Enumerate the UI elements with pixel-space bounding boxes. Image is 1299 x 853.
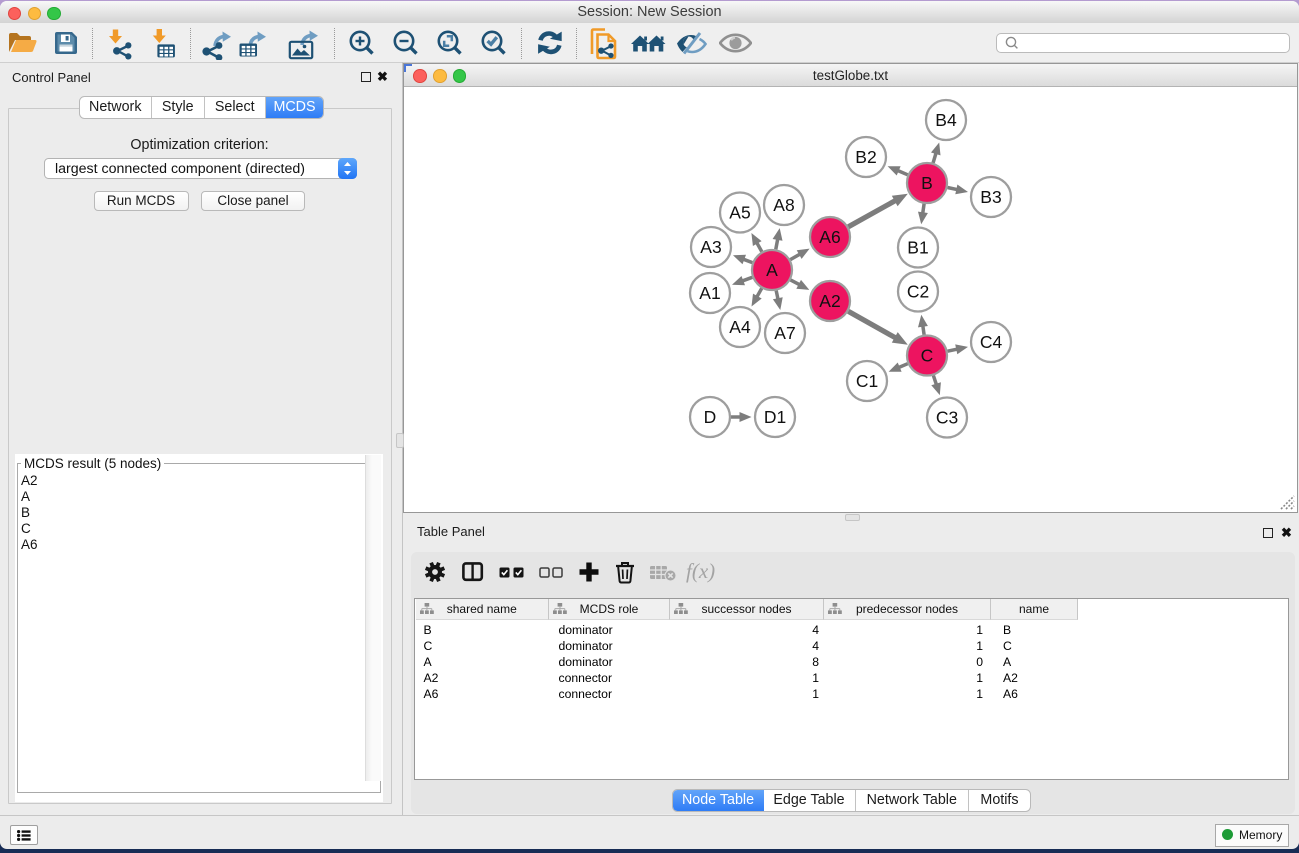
svg-text:C3: C3 (936, 408, 958, 428)
svg-text:A4: A4 (729, 317, 751, 337)
svg-text:B3: B3 (980, 187, 1001, 207)
svg-text:A3: A3 (700, 237, 721, 257)
svg-text:A1: A1 (699, 283, 720, 303)
svg-text:A5: A5 (729, 203, 750, 223)
svg-text:B: B (921, 173, 933, 193)
svg-text:B1: B1 (907, 238, 928, 258)
svg-text:C4: C4 (980, 332, 1003, 352)
svg-text:C2: C2 (907, 282, 929, 302)
svg-text:A6: A6 (819, 227, 840, 247)
svg-text:C: C (921, 346, 934, 366)
svg-text:B4: B4 (935, 110, 957, 130)
svg-text:D: D (704, 407, 717, 427)
svg-text:C1: C1 (856, 371, 878, 391)
svg-text:A: A (766, 260, 778, 280)
svg-text:A2: A2 (819, 291, 840, 311)
svg-text:B2: B2 (855, 147, 876, 167)
svg-text:D1: D1 (764, 407, 786, 427)
svg-text:A7: A7 (774, 323, 795, 343)
svg-text:A8: A8 (773, 195, 794, 215)
